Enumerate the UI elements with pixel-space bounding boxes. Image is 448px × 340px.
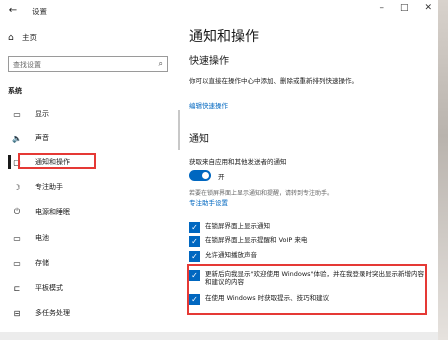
checkbox-checked-icon[interactable]: ✓ (189, 222, 200, 233)
close-button[interactable]: ✕ (424, 3, 432, 13)
checkbox-row[interactable]: ✓ 允许通知播放声音 (189, 251, 257, 262)
sidebar-item-battery[interactable]: ▭ 电池 (0, 228, 178, 248)
battery-icon: ▭ (13, 233, 21, 243)
sidebar-item-sound[interactable]: 🔈 声音 (0, 128, 178, 148)
notifications-heading: 通知 (189, 134, 209, 145)
sidebar-item-label: 多任务处理 (35, 309, 70, 317)
checkbox-row[interactable]: ✓ 在锁屏界面上显示通知 (189, 222, 270, 233)
section-label: 系统 (8, 87, 22, 95)
checkbox-checked-icon[interactable]: ✓ (189, 236, 200, 247)
edit-quick-actions-link[interactable]: 编辑快速操作 (189, 100, 228, 110)
toggle-knob (202, 172, 209, 179)
sidebar-item-label: 存储 (35, 259, 49, 267)
home-link[interactable]: ⌂ 主页 (8, 32, 37, 43)
background-strip (0, 332, 438, 340)
sidebar-item-label: 平板模式 (35, 284, 63, 292)
sidebar-item-power[interactable]: ⏻ 电源和睡眠 (0, 202, 178, 222)
search-input[interactable]: 查找设置 ⌕ (8, 56, 168, 72)
background-strip (438, 0, 448, 340)
toggle-state-label: 开 (218, 173, 225, 181)
search-placeholder: 查找设置 (13, 61, 41, 69)
sidebar-item-label: 声音 (35, 134, 49, 142)
highlight-box (18, 153, 96, 169)
sidebar-item-focus-assist[interactable]: ☽ 专注助手 (0, 177, 178, 197)
search-icon[interactable]: ⌕ (159, 59, 163, 69)
sidebar-item-label: 专注助手 (35, 183, 63, 191)
sidebar-item-label: 电源和睡眠 (35, 208, 70, 216)
storage-icon: ▭ (13, 258, 21, 268)
sidebar-item-multitasking[interactable]: ⊟ 多任务处理 (0, 303, 178, 323)
power-icon: ⏻ (13, 207, 21, 216)
back-arrow-icon[interactable]: ← (6, 4, 20, 18)
sidebar-item-label: 显示 (35, 110, 49, 118)
display-icon: ▭ (13, 109, 21, 119)
sidebar-item-display[interactable]: ▭ 显示 (0, 104, 178, 124)
multitask-icon: ⊟ (13, 308, 21, 318)
sidebar-item-storage[interactable]: ▭ 存储 (0, 253, 178, 273)
sidebar: ← 设置 ⌂ 主页 查找设置 ⌕ 系统 ▭ 显示 🔈 声音 ▢ 通知和操作 ☽ … (0, 0, 178, 332)
quick-actions-heading: 快速操作 (189, 56, 229, 67)
sidebar-item-label: 电池 (35, 234, 49, 242)
focus-assist-note: 若要在锁屏界面上显示通知和提醒，请转到专注助手。 (189, 190, 334, 197)
home-icon: ⌂ (8, 32, 14, 43)
app-title: 设置 (32, 7, 47, 16)
checkbox-label: 允许通知播放声音 (205, 251, 257, 259)
checkbox-row[interactable]: ✓ 在锁屏界面上显示提醒和 VoIP 来电 (189, 236, 307, 247)
home-label: 主页 (22, 33, 37, 42)
scrollbar[interactable] (178, 110, 180, 150)
page-title: 通知和操作 (189, 29, 259, 45)
focus-assist-link[interactable]: 专注助手设置 (189, 197, 228, 207)
get-notifications-label: 获取来自应用和其他发送者的通知 (189, 158, 287, 166)
maximize-button[interactable]: □ (400, 3, 409, 13)
quick-actions-description: 你可以直接在操作中心中添加、删除或重新排列快速操作。 (189, 77, 358, 85)
speaker-icon: 🔈 (12, 133, 22, 143)
minimize-button[interactable]: – (379, 3, 384, 13)
checkbox-label: 在锁屏界面上显示通知 (205, 222, 270, 230)
moon-icon: ☽ (13, 182, 21, 192)
notifications-toggle[interactable] (189, 170, 211, 181)
window-controls: – □ ✕ (379, 3, 432, 13)
sidebar-item-tablet[interactable]: ⊏ 平板模式 (0, 278, 178, 298)
highlight-box (187, 264, 427, 315)
content-pane: – □ ✕ 通知和操作 快速操作 你可以直接在操作中心中添加、删除或重新排列快速… (178, 0, 438, 332)
checkbox-checked-icon[interactable]: ✓ (189, 251, 200, 262)
settings-window: ← 设置 ⌂ 主页 查找设置 ⌕ 系统 ▭ 显示 🔈 声音 ▢ 通知和操作 ☽ … (0, 0, 438, 332)
tablet-icon: ⊏ (13, 283, 21, 293)
checkbox-label: 在锁屏界面上显示提醒和 VoIP 来电 (205, 236, 308, 244)
